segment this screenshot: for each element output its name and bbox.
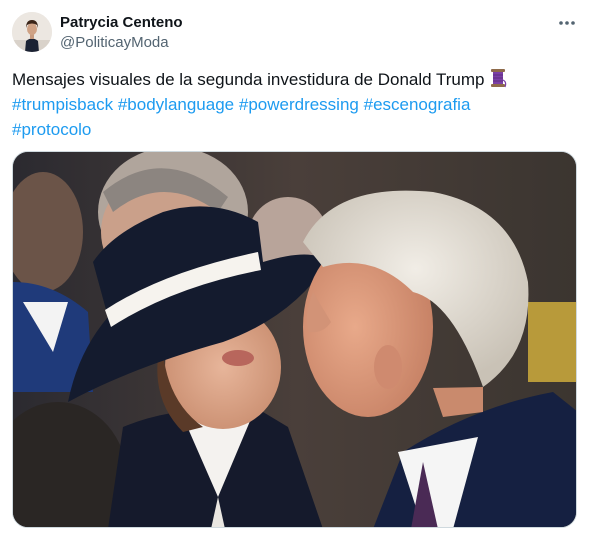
hashtag-protocolo[interactable]: #protocolo xyxy=(12,120,91,139)
avatar[interactable] xyxy=(12,12,52,52)
more-options-button[interactable] xyxy=(556,14,578,32)
author-handle[interactable]: @PoliticayModa xyxy=(60,33,169,53)
thread-spool-icon xyxy=(490,69,506,88)
tweet-photo[interactable] xyxy=(12,151,577,528)
hashtag-trumpisback[interactable]: #trumpisback xyxy=(12,95,113,114)
author-display-name[interactable]: Patrycia Centeno xyxy=(60,13,183,33)
avatar-image xyxy=(12,12,52,52)
photo-illustration xyxy=(13,152,576,527)
hashtag-powerdressing[interactable]: #powerdressing xyxy=(239,95,359,114)
hashtag-escenografia[interactable]: #escenografia xyxy=(364,95,471,114)
tweet-card[interactable]: Patrycia Centeno @PoliticayModa Mensajes… xyxy=(0,0,592,536)
tweet-text: Mensajes visuales de la segunda investid… xyxy=(12,67,572,142)
tweet-body: Mensajes visuales de la segunda investid… xyxy=(12,70,485,89)
more-horizontal-icon xyxy=(559,21,575,25)
hashtag-list: #trumpisback #bodylanguage #powerdressin… xyxy=(12,92,572,142)
hashtag-bodylanguage[interactable]: #bodylanguage xyxy=(118,95,234,114)
